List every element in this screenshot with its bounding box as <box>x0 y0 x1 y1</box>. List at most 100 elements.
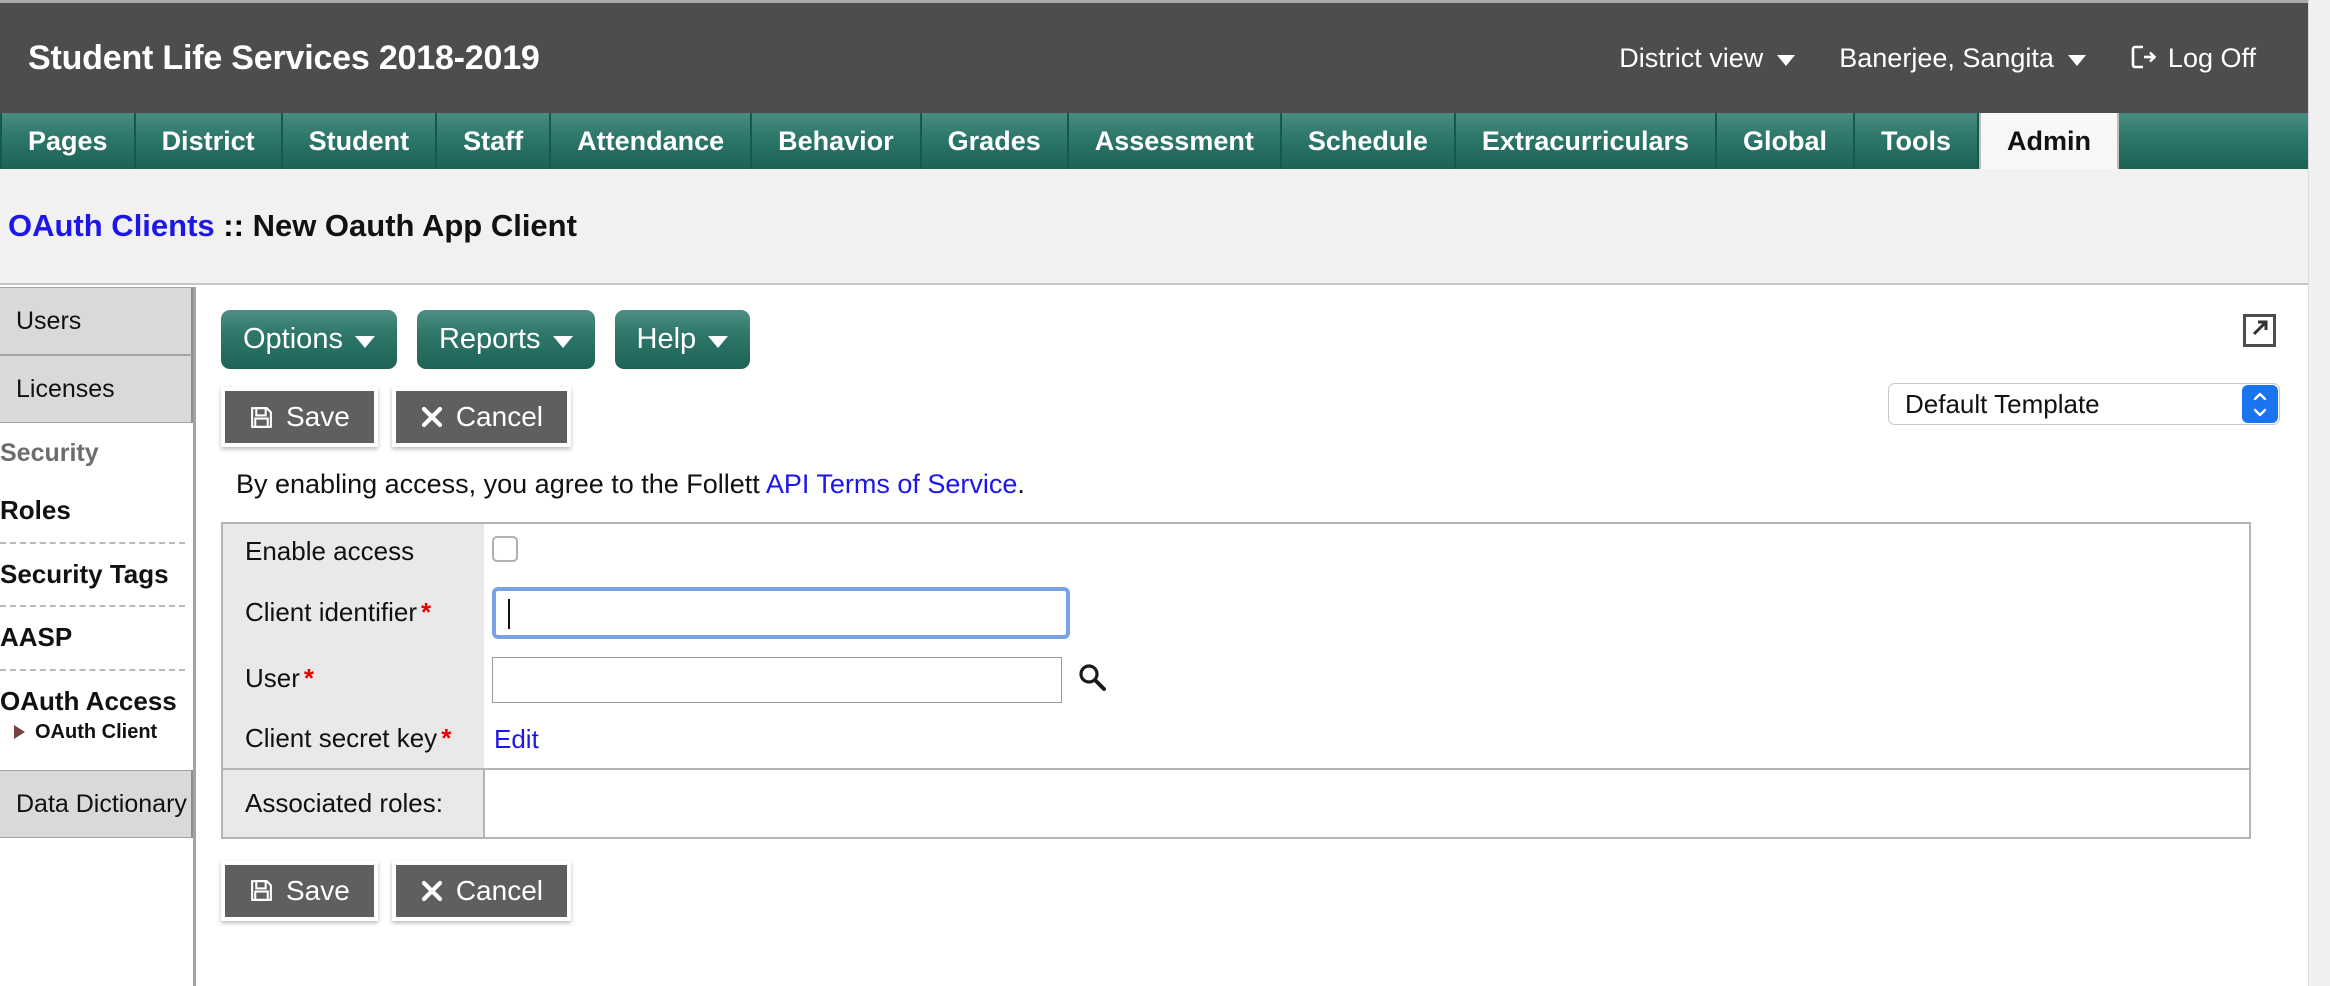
terms-text-before: By enabling access, you agree to the Fol… <box>236 469 766 499</box>
tab-tools[interactable]: Tools <box>1855 113 1980 169</box>
sidebar-item-security-tags[interactable]: Security Tags <box>0 544 193 606</box>
tab-admin[interactable]: Admin <box>1979 113 2120 169</box>
terms-text-after: . <box>1017 469 1025 499</box>
tab-pages[interactable]: Pages <box>0 113 136 169</box>
tab-assessment[interactable]: Assessment <box>1069 113 1282 169</box>
reports-label: Reports <box>438 323 541 355</box>
help-menu-button[interactable]: Help <box>614 310 751 369</box>
user-input[interactable] <box>492 656 1062 703</box>
logout-icon <box>2130 44 2157 77</box>
table-row: Enable access <box>222 523 2250 579</box>
enable-access-cell <box>484 523 2250 579</box>
chevron-down-icon <box>1777 54 1796 66</box>
table-row: Client secret key * Edit <box>222 710 2250 769</box>
client-identifier-input-holder <box>492 587 1070 639</box>
sidebar-subitem-oauth-client[interactable]: OAuth Client <box>0 719 193 758</box>
table-row: User * <box>222 647 2250 711</box>
triangle-right-icon <box>14 724 25 739</box>
tab-grades[interactable]: Grades <box>922 113 1069 169</box>
popout-window-button[interactable] <box>2243 314 2276 347</box>
client-secret-key-label-text: Client secret key <box>245 723 438 754</box>
breadcrumb-bar: OAuth Clients :: New Oauth App Client <box>0 169 2308 285</box>
cancel-button-bottom[interactable]: Cancel <box>391 860 571 921</box>
required-asterisk: * <box>303 662 315 693</box>
options-label: Options <box>243 323 343 355</box>
close-x-icon <box>420 879 444 903</box>
template-select[interactable]: Default Template <box>1888 383 2280 425</box>
terms-notice: By enabling access, you agree to the Fol… <box>199 447 2308 500</box>
nav-filler <box>2119 113 2308 169</box>
page-scrollbar[interactable] <box>2308 0 2330 986</box>
api-terms-link[interactable]: API Terms of Service <box>766 469 1018 499</box>
select-stepper-icon[interactable] <box>2242 385 2278 423</box>
chevron-down-icon <box>708 335 729 348</box>
client-identifier-label-text: Client identifier <box>245 597 417 628</box>
client-secret-key-cell: Edit <box>484 710 2250 769</box>
close-x-icon <box>420 405 444 429</box>
template-select-wrapper: Default Template <box>1888 383 2280 425</box>
toolbar: Options Reports Help <box>199 287 2308 369</box>
district-view-label: District view <box>1619 42 1764 73</box>
cancel-label: Cancel <box>455 874 543 906</box>
client-identifier-cell <box>484 579 2250 647</box>
breadcrumb-separator: :: <box>223 208 244 243</box>
tab-schedule[interactable]: Schedule <box>1282 113 1456 169</box>
log-off-label: Log Off <box>2167 42 2256 73</box>
oauth-client-form: Enable access Client identifier * User *… <box>221 522 2251 770</box>
tab-global[interactable]: Global <box>1717 113 1856 169</box>
tab-attendance[interactable]: Attendance <box>551 113 753 169</box>
enable-access-label: Enable access <box>222 523 484 579</box>
help-label: Help <box>636 323 697 355</box>
tab-behavior[interactable]: Behavior <box>752 113 922 169</box>
sidebar-item-oauth-access[interactable]: OAuth Access <box>0 671 193 719</box>
tab-staff[interactable]: Staff <box>437 113 552 169</box>
floppy-disk-icon <box>249 405 274 430</box>
client-identifier-input[interactable] <box>492 587 1070 639</box>
required-asterisk: * <box>441 723 452 754</box>
chevron-down-icon <box>552 335 573 348</box>
enable-access-checkbox[interactable] <box>492 536 518 562</box>
main-navigation: Pages District Student Staff Attendance … <box>0 113 2308 169</box>
save-label: Save <box>286 874 350 906</box>
bottom-action-row: Save Cancel <box>199 839 2308 921</box>
search-icon[interactable] <box>1076 661 1108 693</box>
tab-student[interactable]: Student <box>283 113 438 169</box>
user-menu[interactable]: Banerjee, Sangita <box>1817 43 2108 74</box>
template-selected-label: Default Template <box>1905 388 2100 419</box>
text-cursor <box>508 599 510 629</box>
user-name-label: Banerjee, Sangita <box>1839 42 2054 73</box>
app-root: Student Life Services 2018-2019 District… <box>0 0 2330 986</box>
sidebar-item-roles[interactable]: Roles <box>0 480 193 542</box>
sidebar-item-users[interactable]: Users <box>0 287 193 355</box>
user-label-text: User <box>245 662 300 693</box>
options-menu-button[interactable]: Options <box>221 310 397 369</box>
popout-icon <box>2249 317 2271 344</box>
sidebar-item-licenses[interactable]: Licenses <box>0 355 193 423</box>
sidebar-group-security: Security <box>0 439 99 467</box>
client-secret-key-label: Client secret key * <box>222 710 484 769</box>
cancel-button-top[interactable]: Cancel <box>391 387 571 447</box>
floppy-disk-icon <box>249 878 274 903</box>
chevron-down-icon <box>2067 54 2086 66</box>
cancel-label: Cancel <box>455 401 543 432</box>
edit-secret-key-link[interactable]: Edit <box>492 724 539 754</box>
save-button-top[interactable]: Save <box>221 387 378 447</box>
user-cell <box>484 647 2250 711</box>
district-view-menu[interactable]: District view <box>1597 43 1817 74</box>
chevron-down-icon <box>354 335 375 348</box>
client-identifier-label: Client identifier * <box>222 579 484 647</box>
sidebar-item-data-dictionary[interactable]: Data Dictionary <box>0 769 193 838</box>
sidebar-item-aasp[interactable]: AASP <box>0 607 193 669</box>
associated-roles-label: Associated roles: <box>222 769 485 838</box>
log-off-button[interactable]: Log Off <box>2108 42 2278 75</box>
associated-roles-value <box>484 769 2250 838</box>
breadcrumb-parent-link[interactable]: OAuth Clients <box>8 208 215 243</box>
save-label: Save <box>286 401 350 432</box>
reports-menu-button[interactable]: Reports <box>416 310 595 369</box>
breadcrumb: OAuth Clients :: New Oauth App Client <box>8 208 577 244</box>
tab-extracurriculars[interactable]: Extracurriculars <box>1456 113 1717 169</box>
save-button-bottom[interactable]: Save <box>221 860 378 921</box>
enable-access-label-text: Enable access <box>245 535 415 566</box>
required-asterisk: * <box>420 597 432 628</box>
tab-district[interactable]: District <box>136 113 283 169</box>
